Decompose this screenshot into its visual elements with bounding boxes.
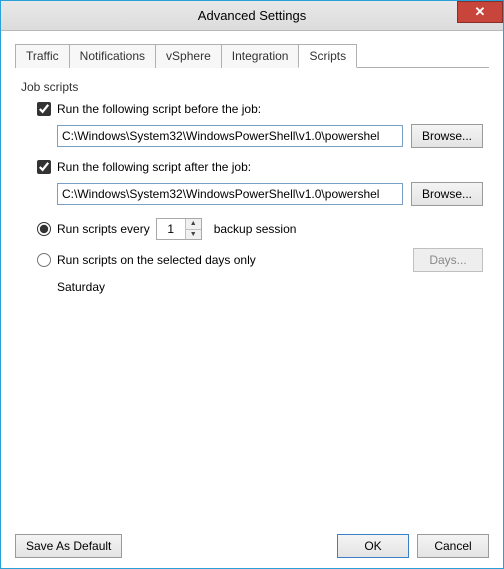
days-button[interactable]: Days...: [413, 248, 483, 272]
after-checkbox-row: Run the following script after the job:: [37, 160, 483, 174]
before-browse-button[interactable]: Browse...: [411, 124, 483, 148]
job-scripts-group: Run the following script before the job:…: [15, 102, 489, 294]
after-path-input[interactable]: [57, 183, 403, 205]
after-checkbox[interactable]: [37, 160, 51, 174]
every-label-suffix: backup session: [214, 222, 297, 236]
spinner-up-icon[interactable]: ▲: [186, 219, 201, 230]
cancel-button[interactable]: Cancel: [417, 534, 489, 558]
tab-strip: Traffic Notifications vSphere Integratio…: [15, 43, 489, 68]
days-radio-row: Run scripts on the selected days only Da…: [37, 248, 483, 272]
tab-integration[interactable]: Integration: [221, 44, 300, 68]
before-checkbox[interactable]: [37, 102, 51, 116]
before-path-row: Browse...: [57, 124, 483, 148]
before-checkbox-row: Run the following script before the job:: [37, 102, 483, 116]
every-spinner-input[interactable]: [157, 219, 185, 239]
spinner-buttons: ▲ ▼: [185, 219, 201, 239]
ok-button[interactable]: OK: [337, 534, 409, 558]
tab-traffic[interactable]: Traffic: [15, 44, 70, 68]
titlebar: Advanced Settings ✕: [1, 1, 503, 31]
before-checkbox-label: Run the following script before the job:: [57, 102, 261, 116]
days-radio-label: Run scripts on the selected days only: [57, 253, 256, 267]
every-radio-row: Run scripts every ▲ ▼ backup session: [37, 218, 483, 240]
days-summary: Saturday: [57, 280, 483, 294]
days-radio[interactable]: [37, 253, 51, 267]
before-path-input[interactable]: [57, 125, 403, 147]
footer: Save As Default OK Cancel: [15, 524, 489, 558]
client-area: Traffic Notifications vSphere Integratio…: [1, 31, 503, 568]
after-path-row: Browse...: [57, 182, 483, 206]
every-label-prefix: Run scripts every: [57, 222, 150, 236]
close-icon: ✕: [475, 4, 486, 20]
job-scripts-group-label: Job scripts: [15, 80, 489, 94]
every-radio[interactable]: [37, 222, 51, 236]
close-button[interactable]: ✕: [457, 1, 503, 23]
after-browse-button[interactable]: Browse...: [411, 182, 483, 206]
spinner-down-icon[interactable]: ▼: [186, 230, 201, 240]
tab-content: Job scripts Run the following script bef…: [15, 80, 489, 524]
every-spinner[interactable]: ▲ ▼: [156, 218, 202, 240]
tab-vsphere[interactable]: vSphere: [155, 44, 222, 68]
tab-notifications[interactable]: Notifications: [69, 44, 156, 68]
window-title: Advanced Settings: [1, 8, 503, 23]
after-checkbox-label: Run the following script after the job:: [57, 160, 251, 174]
advanced-settings-window: Advanced Settings ✕ Traffic Notification…: [0, 0, 504, 569]
tab-scripts[interactable]: Scripts: [298, 44, 357, 68]
save-default-button[interactable]: Save As Default: [15, 534, 122, 558]
